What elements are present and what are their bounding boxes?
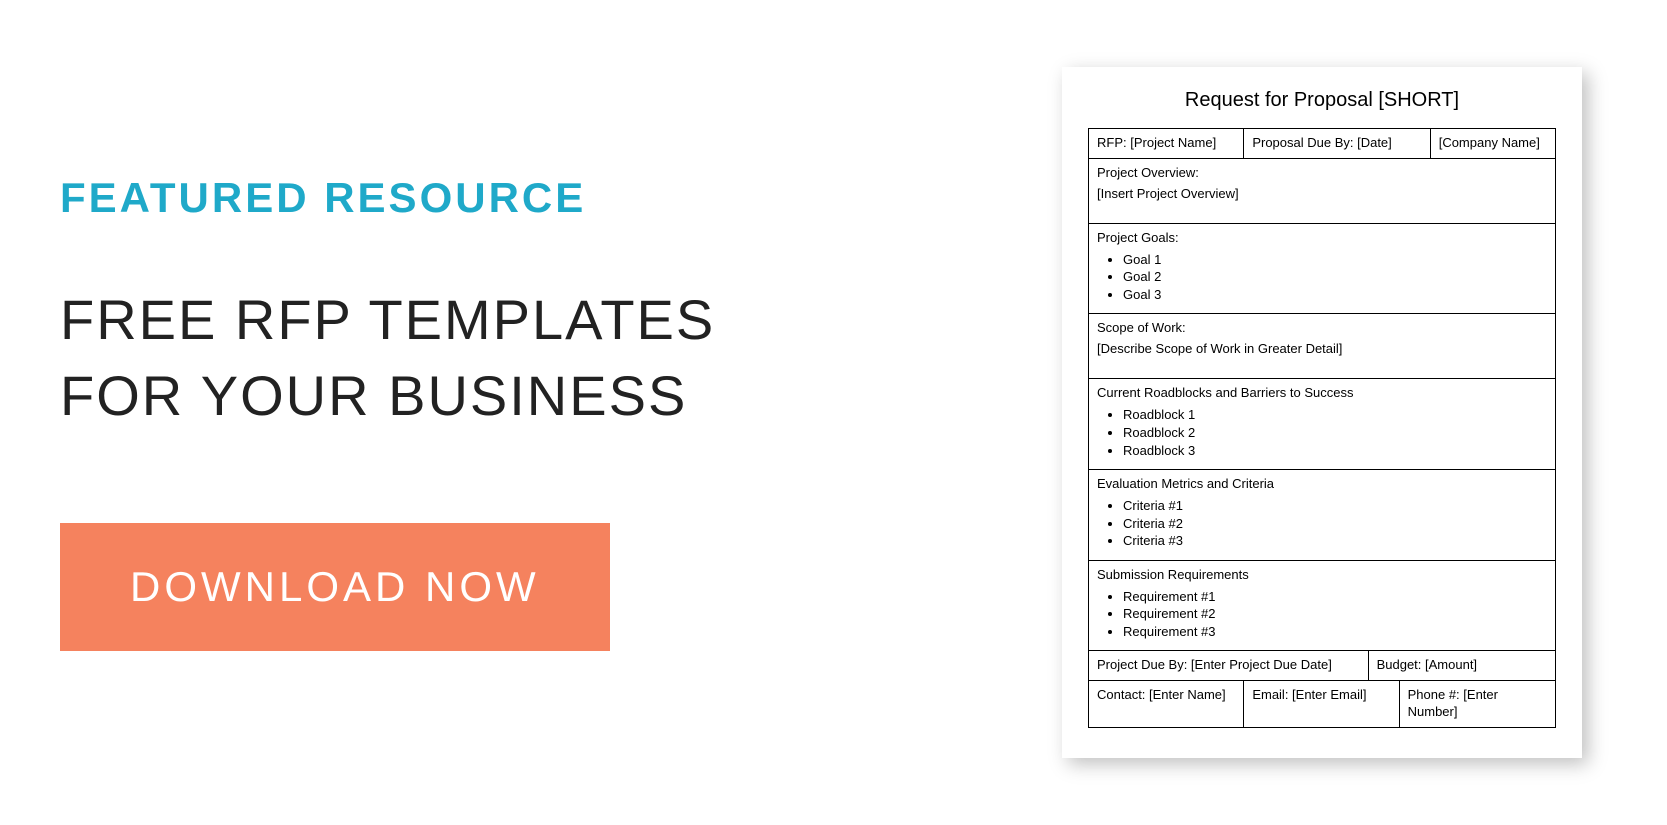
overview-label: Project Overview: xyxy=(1097,165,1547,180)
list-item: Roadblock 3 xyxy=(1123,442,1547,460)
list-item: Requirement #3 xyxy=(1123,623,1547,641)
doc-grid: RFP: [Project Name] Proposal Due By: [Da… xyxy=(1088,128,1556,728)
requirements-list: Requirement #1 Requirement #2 Requiremen… xyxy=(1097,588,1547,641)
list-item: Requirement #2 xyxy=(1123,605,1547,623)
requirements-cell: Submission Requirements Requirement #1 R… xyxy=(1089,561,1555,651)
requirements-row: Submission Requirements Requirement #1 R… xyxy=(1089,561,1555,652)
headline: FREE RFP TEMPLATES FOR YOUR BUSINESS xyxy=(60,282,800,433)
goals-cell: Project Goals: Goal 1 Goal 2 Goal 3 xyxy=(1089,224,1555,314)
list-item: Goal 3 xyxy=(1123,286,1547,304)
email-cell: Email: [Enter Email] xyxy=(1244,681,1399,727)
requirements-label: Submission Requirements xyxy=(1097,567,1547,582)
company-name-cell: [Company Name] xyxy=(1431,129,1555,158)
scope-row: Scope of Work: [Describe Scope of Work i… xyxy=(1089,314,1555,379)
overview-body: [Insert Project Overview] xyxy=(1097,186,1547,201)
footer-row-2: Contact: [Enter Name] Email: [Enter Emai… xyxy=(1089,681,1555,727)
contact-cell: Contact: [Enter Name] xyxy=(1089,681,1244,727)
goals-label: Project Goals: xyxy=(1097,230,1547,245)
promo-text-column: FEATURED RESOURCE FREE RFP TEMPLATES FOR… xyxy=(60,174,1037,651)
list-item: Requirement #1 xyxy=(1123,588,1547,606)
list-item: Goal 2 xyxy=(1123,268,1547,286)
eyebrow-label: FEATURED RESOURCE xyxy=(60,174,997,222)
scope-label: Scope of Work: xyxy=(1097,320,1547,335)
list-item: Goal 1 xyxy=(1123,251,1547,269)
doc-title: Request for Proposal [SHORT] xyxy=(1088,89,1556,112)
roadblocks-row: Current Roadblocks and Barriers to Succe… xyxy=(1089,379,1555,470)
criteria-cell: Evaluation Metrics and Criteria Criteria… xyxy=(1089,470,1555,560)
roadblocks-list: Roadblock 1 Roadblock 2 Roadblock 3 xyxy=(1097,406,1547,459)
overview-cell: Project Overview: [Insert Project Overvi… xyxy=(1089,159,1555,223)
overview-row: Project Overview: [Insert Project Overvi… xyxy=(1089,159,1555,224)
rfp-name-cell: RFP: [Project Name] xyxy=(1089,129,1244,158)
scope-body: [Describe Scope of Work in Greater Detai… xyxy=(1097,341,1547,356)
project-due-cell: Project Due By: [Enter Project Due Date] xyxy=(1089,651,1369,680)
phone-cell: Phone #: [Enter Number] xyxy=(1400,681,1555,727)
proposal-due-cell: Proposal Due By: [Date] xyxy=(1244,129,1430,158)
scope-cell: Scope of Work: [Describe Scope of Work i… xyxy=(1089,314,1555,378)
download-now-button[interactable]: DOWNLOAD NOW xyxy=(60,523,610,651)
list-item: Criteria #3 xyxy=(1123,532,1547,550)
rfp-template-page: Request for Proposal [SHORT] RFP: [Proje… xyxy=(1062,67,1582,758)
list-item: Roadblock 1 xyxy=(1123,406,1547,424)
header-row: RFP: [Project Name] Proposal Due By: [Da… xyxy=(1089,129,1555,159)
list-item: Criteria #1 xyxy=(1123,497,1547,515)
criteria-label: Evaluation Metrics and Criteria xyxy=(1097,476,1547,491)
budget-cell: Budget: [Amount] xyxy=(1369,651,1555,680)
criteria-row: Evaluation Metrics and Criteria Criteria… xyxy=(1089,470,1555,561)
roadblocks-label: Current Roadblocks and Barriers to Succe… xyxy=(1097,385,1547,400)
footer-row-1: Project Due By: [Enter Project Due Date]… xyxy=(1089,651,1555,681)
goals-list: Goal 1 Goal 2 Goal 3 xyxy=(1097,251,1547,304)
goals-row: Project Goals: Goal 1 Goal 2 Goal 3 xyxy=(1089,224,1555,315)
list-item: Roadblock 2 xyxy=(1123,424,1547,442)
criteria-list: Criteria #1 Criteria #2 Criteria #3 xyxy=(1097,497,1547,550)
roadblocks-cell: Current Roadblocks and Barriers to Succe… xyxy=(1089,379,1555,469)
list-item: Criteria #2 xyxy=(1123,515,1547,533)
document-preview-column: Request for Proposal [SHORT] RFP: [Proje… xyxy=(1037,67,1607,758)
